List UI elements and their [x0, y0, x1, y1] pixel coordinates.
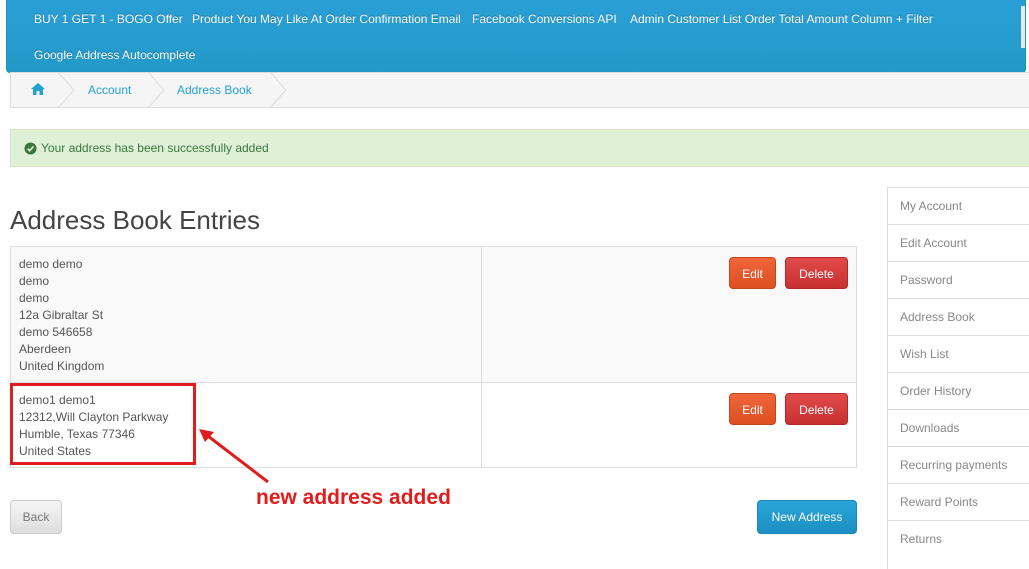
breadcrumb-separator-icon — [147, 72, 165, 108]
sidebar-item-my-account[interactable]: My Account — [888, 187, 1029, 224]
check-circle-icon — [24, 142, 37, 155]
sidebar-item-password[interactable]: Password — [888, 261, 1029, 298]
table-row: demo demo demo demo 12a Gibraltar St dem… — [11, 247, 856, 383]
address-line: demo 546658 — [19, 325, 93, 339]
top-menu: BUY 1 GET 1 - BOGO Offer Product You May… — [6, 0, 1026, 73]
address-block: demo demo demo demo 12a Gibraltar St dem… — [19, 256, 104, 375]
address-line: Aberdeen — [19, 342, 72, 356]
account-sidebar: My Account Edit Account Password Address… — [887, 187, 1029, 569]
new-address-button[interactable]: New Address — [757, 500, 857, 534]
sidebar-item-wish-list[interactable]: Wish List — [888, 335, 1029, 372]
address-line: demo demo — [19, 257, 83, 271]
address-line: United Kingdom — [19, 359, 105, 373]
breadcrumb-address-book[interactable]: Address Book — [177, 83, 252, 97]
menu-scrollbar[interactable] — [1021, 6, 1025, 48]
sidebar-item-reward-points[interactable]: Reward Points — [888, 483, 1029, 520]
breadcrumb: Account Address Book — [10, 72, 1029, 108]
annotation-highlight-box — [10, 383, 196, 465]
address-line: 12a Gibraltar St — [19, 308, 104, 322]
sidebar-item-order-history[interactable]: Order History — [888, 372, 1029, 409]
delete-button[interactable]: Delete — [785, 393, 848, 425]
edit-button[interactable]: Edit — [729, 257, 776, 289]
sidebar-item-address-book[interactable]: Address Book — [888, 298, 1029, 335]
menu-item-product-you-may-like[interactable]: Product You May Like At Order Confirmati… — [192, 12, 461, 26]
menu-item-bogo[interactable]: BUY 1 GET 1 - BOGO Offer — [34, 12, 183, 26]
column-divider — [481, 383, 482, 467]
page-title: Address Book Entries — [10, 205, 261, 235]
column-divider — [481, 247, 482, 382]
breadcrumb-separator-icon — [269, 72, 287, 108]
menu-item-admin-customer-list[interactable]: Admin Customer List Order Total Amount C… — [630, 12, 933, 26]
annotation-text: new address added — [256, 486, 451, 509]
address-line: demo — [19, 274, 50, 288]
menu-item-facebook-conversions[interactable]: Facebook Conversions API — [472, 12, 617, 26]
breadcrumb-separator-icon — [57, 72, 75, 108]
menu-item-google-address[interactable]: Google Address Autocomplete — [34, 48, 195, 62]
breadcrumb-account[interactable]: Account — [88, 83, 131, 97]
alert-message: Your address has been successfully added — [41, 141, 269, 155]
back-button[interactable]: Back — [10, 500, 62, 534]
sidebar-item-returns[interactable]: Returns — [888, 520, 1029, 557]
success-alert: Your address has been successfully added — [10, 129, 1029, 167]
sidebar-item-downloads[interactable]: Downloads — [888, 409, 1029, 446]
home-icon[interactable] — [30, 82, 46, 96]
address-line: demo — [19, 291, 50, 305]
sidebar-item-recurring-payments[interactable]: Recurring payments — [888, 446, 1029, 483]
sidebar-item-edit-account[interactable]: Edit Account — [888, 224, 1029, 261]
annotation-arrow-icon — [199, 429, 269, 484]
edit-button[interactable]: Edit — [729, 393, 776, 425]
delete-button[interactable]: Delete — [785, 257, 848, 289]
